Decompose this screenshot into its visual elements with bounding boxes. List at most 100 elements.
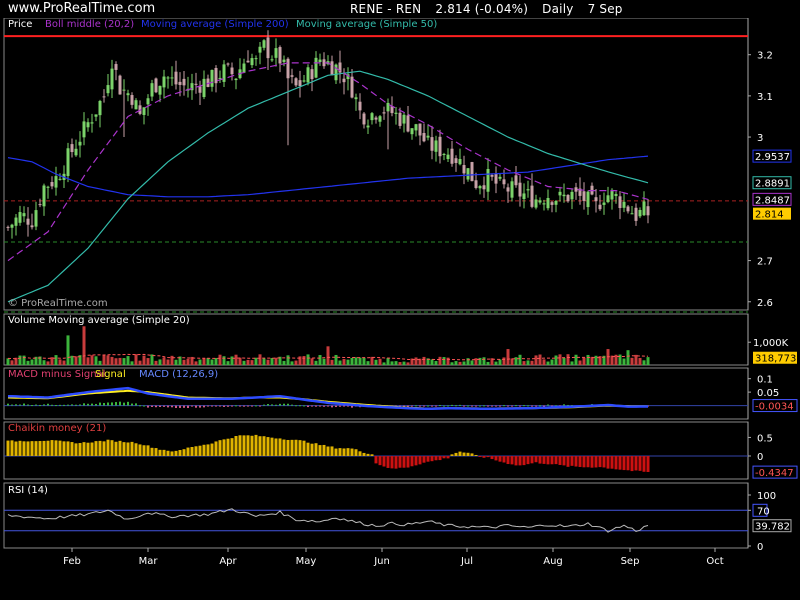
chaikin-bar	[94, 441, 98, 456]
macd-histogram-bar	[475, 405, 477, 407]
chaikin-bar	[362, 452, 366, 456]
macd-histogram-bar	[415, 405, 417, 407]
macd-histogram-bar	[19, 404, 21, 406]
candle-body	[566, 194, 570, 202]
candle-body	[526, 189, 530, 191]
chaikin-bar	[338, 448, 342, 456]
candle-body	[30, 225, 34, 228]
macd-histogram-bar	[211, 405, 213, 407]
chaikin-bar	[442, 455, 446, 459]
volume-bar	[10, 360, 14, 365]
volume-bar	[314, 360, 318, 365]
macd-histogram-bar	[107, 402, 109, 406]
macd-histogram-bar	[299, 405, 301, 407]
chaikin-bar	[622, 455, 626, 471]
volume-bar	[350, 357, 354, 365]
brand-label[interactable]: www.ProRealTime.com	[8, 1, 155, 16]
candle-body	[86, 122, 90, 128]
chaikin-bar	[434, 455, 438, 461]
candle-body	[118, 75, 122, 95]
chaikin-bar	[234, 435, 238, 456]
candle-body	[158, 85, 162, 95]
volume-bar	[494, 361, 498, 365]
macd-histogram-bar	[343, 405, 345, 407]
candle-body	[290, 75, 294, 77]
chaikin-bar	[118, 440, 122, 456]
volume-bar	[330, 359, 334, 365]
candle-body	[502, 179, 506, 185]
candle-body	[422, 133, 426, 142]
volume-bar	[258, 354, 262, 365]
candle-body	[498, 176, 502, 179]
volume-bar	[582, 357, 586, 365]
candle-body	[430, 137, 434, 151]
chaikin-bar	[474, 454, 478, 456]
candle-body	[406, 115, 410, 132]
candle-body	[250, 58, 254, 66]
volume-bar	[214, 357, 218, 365]
chaikin-bar	[86, 442, 90, 456]
rsi-tick-label: 100	[757, 491, 776, 502]
chaikin-bar	[170, 451, 174, 456]
volume-bar	[42, 360, 46, 365]
candle-body	[494, 173, 498, 184]
volume-bar	[198, 359, 202, 365]
candle-body	[610, 189, 614, 200]
volume-bar	[398, 362, 402, 365]
candle-body	[106, 85, 110, 94]
macd-panel-title: MACD minus Signal	[8, 369, 105, 380]
macd-histogram-bar	[339, 405, 341, 407]
candle-body	[154, 78, 158, 93]
macd-histogram-bar	[43, 404, 45, 406]
candle-body	[426, 135, 430, 138]
volume-bar	[174, 359, 178, 365]
macd-histogram-bar	[203, 405, 205, 408]
chaikin-bar	[342, 448, 346, 456]
candle-body	[98, 100, 102, 116]
candle-body	[462, 165, 466, 174]
volume-bar	[226, 361, 230, 365]
volume-bar	[342, 358, 346, 365]
chaikin-bar	[346, 448, 350, 456]
chaikin-bar	[162, 449, 166, 456]
chaikin-bar	[406, 455, 410, 468]
macd-histogram-bar	[35, 404, 37, 406]
candle-body	[510, 181, 514, 198]
chaikin-bar	[354, 449, 358, 456]
macd-histogram-bar	[483, 405, 485, 407]
chaikin-bar	[206, 444, 210, 456]
chaikin-bar	[70, 442, 74, 456]
chaikin-bar	[318, 445, 322, 456]
macd-histogram-bar	[87, 403, 89, 406]
chaikin-bar	[114, 441, 118, 456]
macd-legend-label: MACD (12,26,9)	[139, 369, 218, 380]
macd-histogram-bar	[507, 405, 509, 407]
candle-body	[478, 186, 482, 189]
chaikin-bar	[502, 455, 506, 463]
macd-last-label: -0.0034	[755, 402, 794, 413]
candle-body	[226, 63, 230, 65]
chart-area[interactable]: Price Boll middle (20,2) Moving average (S…	[0, 18, 800, 600]
volume-bar	[238, 357, 242, 365]
volume-bar	[118, 357, 122, 365]
macd-histogram-bar	[123, 402, 125, 406]
macd-histogram-bar	[307, 405, 309, 408]
candle-body	[542, 203, 546, 205]
macd-histogram-bar	[23, 403, 25, 406]
volume-bar	[362, 357, 366, 365]
chaikin-bar	[566, 455, 570, 467]
volume-bar	[142, 355, 146, 365]
chaikin-bar	[78, 443, 82, 456]
chaikin-bar	[250, 435, 254, 456]
chaikin-bar	[418, 455, 422, 465]
volume-bar	[18, 355, 22, 365]
volume-bar	[402, 361, 406, 365]
candle-body	[58, 178, 62, 180]
candle-body	[458, 159, 462, 165]
chaikin-bar	[542, 455, 546, 464]
macd-histogram-bar	[511, 405, 513, 407]
chaikin-bar	[6, 440, 10, 456]
macd-tick-label: 0.1	[757, 375, 773, 386]
chaikin-bar	[358, 451, 362, 456]
candle-body	[174, 71, 178, 85]
